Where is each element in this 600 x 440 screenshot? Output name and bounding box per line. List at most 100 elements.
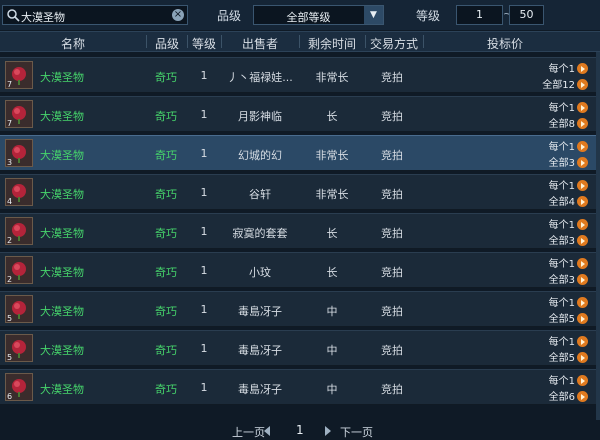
coin-icon <box>577 219 588 230</box>
coin-icon <box>577 157 588 168</box>
item-count: 7 <box>7 80 13 89</box>
column-header-level[interactable]: 等级 <box>188 35 220 52</box>
price-total-text: 全部3 <box>548 275 575 286</box>
column-header-price[interactable]: 投标价 <box>470 35 540 52</box>
table-row[interactable]: 4 大漠圣物 奇巧 1 谷轩 非常长 竞拍 每个1 全部4 <box>0 174 600 210</box>
price-each-text: 每个1 <box>548 64 575 75</box>
item-time-left: 非常长 <box>315 149 349 162</box>
price-total: 全部3 <box>508 154 588 169</box>
table-header: 名称 品级 等级 出售者 剩余时间 交易方式 投标价 <box>0 31 600 52</box>
coin-icon <box>577 258 588 269</box>
prev-page-link[interactable]: 上一页 <box>232 424 265 440</box>
price-each: 每个1 <box>508 99 588 114</box>
price-each-text: 每个1 <box>548 337 575 348</box>
item-time-left: 非常长 <box>315 71 349 84</box>
item-count: 7 <box>7 119 13 128</box>
coin-icon <box>577 274 588 285</box>
item-icon: 5 <box>5 334 33 362</box>
chevron-right-icon[interactable] <box>325 426 331 436</box>
price-total: 全部12 <box>508 76 588 91</box>
chevron-down-icon[interactable]: ▼ <box>364 6 383 24</box>
item-seller: 毒島冴子 <box>238 344 282 357</box>
item-name: 大漠圣物 <box>40 344 84 357</box>
table-row[interactable]: 7 大漠圣物 奇巧 1 丿丶福禄娃... 非常长 竞拍 每个1 全部12 <box>0 57 600 93</box>
price-total-text: 全部3 <box>548 236 575 247</box>
grade-select[interactable]: 全部等级 ▼ <box>253 5 384 25</box>
coin-icon <box>577 79 588 90</box>
item-quality: 奇巧 <box>155 383 177 396</box>
item-name: 大漠圣物 <box>40 149 84 162</box>
coin-icon <box>577 63 588 74</box>
close-icon[interactable]: × <box>172 9 184 21</box>
table-row[interactable]: 6 大漠圣物 奇巧 1 毒島冴子 中 竞拍 每个1 全部6 <box>0 369 600 405</box>
search-input[interactable]: 大漠圣物 × <box>2 5 188 25</box>
coin-icon <box>577 141 588 152</box>
price-each: 每个1 <box>508 60 588 75</box>
grade-label: 品级 <box>217 9 242 23</box>
price-total: 全部3 <box>508 271 588 286</box>
column-header-time[interactable]: 剩余时间 <box>300 35 364 52</box>
coin-icon <box>577 352 588 363</box>
price-each-text: 每个1 <box>548 298 575 309</box>
coin-icon <box>577 196 588 207</box>
item-count: 5 <box>7 314 13 323</box>
item-seller: 小玟 <box>249 266 271 279</box>
next-page-link[interactable]: 下一页 <box>340 424 373 440</box>
item-trade-type: 竞拍 <box>381 188 403 201</box>
item-icon: 5 <box>5 295 33 323</box>
column-header-trade[interactable]: 交易方式 <box>366 35 422 52</box>
item-quality: 奇巧 <box>155 149 177 162</box>
item-time-left: 中 <box>326 344 338 357</box>
item-count: 2 <box>7 275 13 284</box>
price-total-text: 全部3 <box>548 158 575 169</box>
table-row[interactable]: 7 大漠圣物 奇巧 1 月影神临 长 竞拍 每个1 全部8 <box>0 96 600 132</box>
coin-icon <box>577 102 588 113</box>
level-min-input[interactable]: 1 <box>456 5 503 25</box>
item-quality: 奇巧 <box>155 227 177 240</box>
item-seller: 幻城的幻 <box>238 149 282 162</box>
item-name: 大漠圣物 <box>40 266 84 279</box>
column-divider <box>423 35 424 48</box>
auction-list: 7 大漠圣物 奇巧 1 丿丶福禄娃... 非常长 竞拍 每个1 全部12 7 大… <box>0 57 600 408</box>
search-icon <box>7 9 20 22</box>
item-name: 大漠圣物 <box>40 227 84 240</box>
coin-icon <box>577 313 588 324</box>
pagination: 上一页 1 下一页 <box>0 422 600 439</box>
item-time-left: 非常长 <box>315 188 349 201</box>
table-row[interactable]: 5 大漠圣物 奇巧 1 毒島冴子 中 竞拍 每个1 全部5 <box>0 291 600 327</box>
current-page: 1 <box>296 423 304 437</box>
coin-icon <box>577 375 588 386</box>
price-each-text: 每个1 <box>548 142 575 153</box>
table-row[interactable]: 5 大漠圣物 奇巧 1 毒島冴子 中 竞拍 每个1 全部5 <box>0 330 600 366</box>
item-quality: 奇巧 <box>155 344 177 357</box>
column-header-seller[interactable]: 出售者 <box>222 35 298 52</box>
scrollbar[interactable] <box>596 52 600 420</box>
item-count: 2 <box>7 236 13 245</box>
price-each: 每个1 <box>508 177 588 192</box>
price-total-text: 全部5 <box>548 314 575 325</box>
item-level: 1 <box>200 225 208 238</box>
table-row[interactable]: 2 大漠圣物 奇巧 1 小玟 长 竞拍 每个1 全部3 <box>0 252 600 288</box>
item-name: 大漠圣物 <box>40 110 84 123</box>
price-each-text: 每个1 <box>548 181 575 192</box>
level-max-input[interactable]: 50 <box>509 5 544 25</box>
table-row-selected[interactable]: 3 大漠圣物 奇巧 1 幻城的幻 非常长 竞拍 每个1 全部3 <box>0 135 600 171</box>
item-icon: 6 <box>5 373 33 401</box>
item-seller: 谷轩 <box>249 188 271 201</box>
item-count: 4 <box>7 197 13 206</box>
column-header-name[interactable]: 名称 <box>40 35 106 52</box>
coin-icon <box>577 180 588 191</box>
item-trade-type: 竞拍 <box>381 149 403 162</box>
chevron-left-icon[interactable] <box>264 426 270 436</box>
item-trade-type: 竞拍 <box>381 344 403 357</box>
coin-icon <box>577 297 588 308</box>
item-quality: 奇巧 <box>155 71 177 84</box>
item-count: 3 <box>7 158 13 167</box>
item-time-left: 长 <box>326 227 338 240</box>
coin-icon <box>577 118 588 129</box>
item-trade-type: 竞拍 <box>381 227 403 240</box>
column-header-quality[interactable]: 品级 <box>147 35 187 52</box>
table-row[interactable]: 2 大漠圣物 奇巧 1 寂寞的套套 长 竞拍 每个1 全部3 <box>0 213 600 249</box>
item-seller: 寂寞的套套 <box>232 227 288 240</box>
item-seller: 毒島冴子 <box>238 305 282 318</box>
